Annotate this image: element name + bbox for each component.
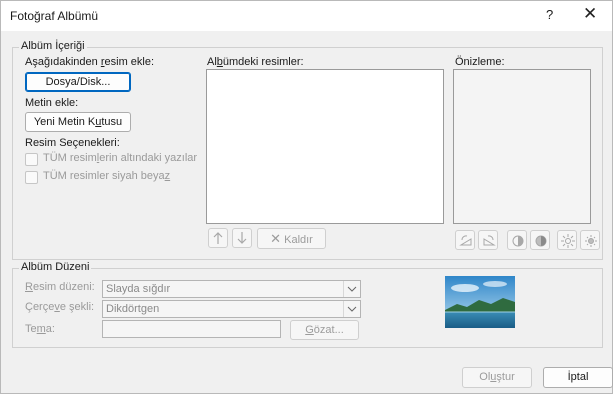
brightness-down-icon[interactable]: [580, 230, 600, 250]
insert-from-label: Aşağıdakinden resim ekle:: [25, 56, 155, 68]
theme-input[interactable]: [102, 320, 281, 338]
arrow-down-icon[interactable]: [232, 228, 252, 248]
pictures-list[interactable]: [206, 69, 444, 224]
new-text-box-button[interactable]: Yeni Metin Kutusu: [25, 112, 131, 132]
help-button[interactable]: ?: [546, 7, 553, 22]
chevron-down-icon: [343, 281, 360, 297]
black-white-label: TÜM resimler siyah beyaz: [43, 170, 171, 182]
contrast-down-icon[interactable]: [530, 230, 550, 250]
preview-label: Önizleme:: [455, 56, 505, 68]
cancel-button[interactable]: İptal: [543, 367, 613, 388]
preview-box: [453, 69, 591, 224]
chevron-down-icon: [343, 301, 360, 317]
pictures-in-album-label: Albümdeki resimler:: [207, 56, 304, 68]
browse-button[interactable]: Gözat...: [290, 320, 359, 340]
title-bar: Fotoğraf Albümü ? ✕: [1, 1, 612, 31]
captions-label: TÜM resimlerin altındaki yazılar: [43, 152, 198, 164]
rotate-left-icon[interactable]: [455, 230, 475, 250]
picture-layout-value: Slayda sığdır: [106, 283, 171, 295]
captions-checkbox[interactable]: [25, 153, 38, 166]
layout-preview-thumbnail: [445, 276, 515, 328]
album-layout-group-title: Albüm Düzeni: [19, 261, 92, 273]
create-button[interactable]: Oluştur: [462, 367, 532, 388]
picture-layout-label: Resim düzeni:: [25, 281, 95, 293]
photo-album-dialog: Fotoğraf Albümü ? ✕ Albüm İçeriği Aşağıd…: [0, 0, 613, 394]
rotate-right-icon[interactable]: [478, 230, 498, 250]
theme-label: Tema:: [25, 323, 55, 335]
insert-text-label: Metin ekle:: [25, 97, 79, 109]
black-white-checkbox[interactable]: [25, 171, 38, 184]
album-content-group-title: Albüm İçeriği: [19, 40, 87, 52]
brightness-up-icon[interactable]: [557, 230, 577, 250]
frame-shape-value: Dikdörtgen: [106, 303, 160, 315]
window-title: Fotoğraf Albümü: [10, 9, 99, 23]
contrast-up-icon[interactable]: [507, 230, 527, 250]
frame-shape-select[interactable]: Dikdörtgen: [102, 300, 361, 318]
file-disk-button[interactable]: Dosya/Disk...: [25, 72, 131, 92]
frame-shape-label: Çerçeve şekli:: [25, 301, 95, 313]
remove-button-label: Kaldır: [284, 234, 313, 246]
remove-x-icon: ✕: [270, 231, 282, 246]
close-icon[interactable]: ✕: [583, 4, 597, 24]
arrow-up-icon[interactable]: [208, 228, 228, 248]
picture-options-label: Resim Seçenekleri:: [25, 137, 120, 149]
picture-layout-select[interactable]: Slayda sığdır: [102, 280, 361, 298]
remove-button[interactable]: ✕ Kaldır: [257, 228, 326, 249]
